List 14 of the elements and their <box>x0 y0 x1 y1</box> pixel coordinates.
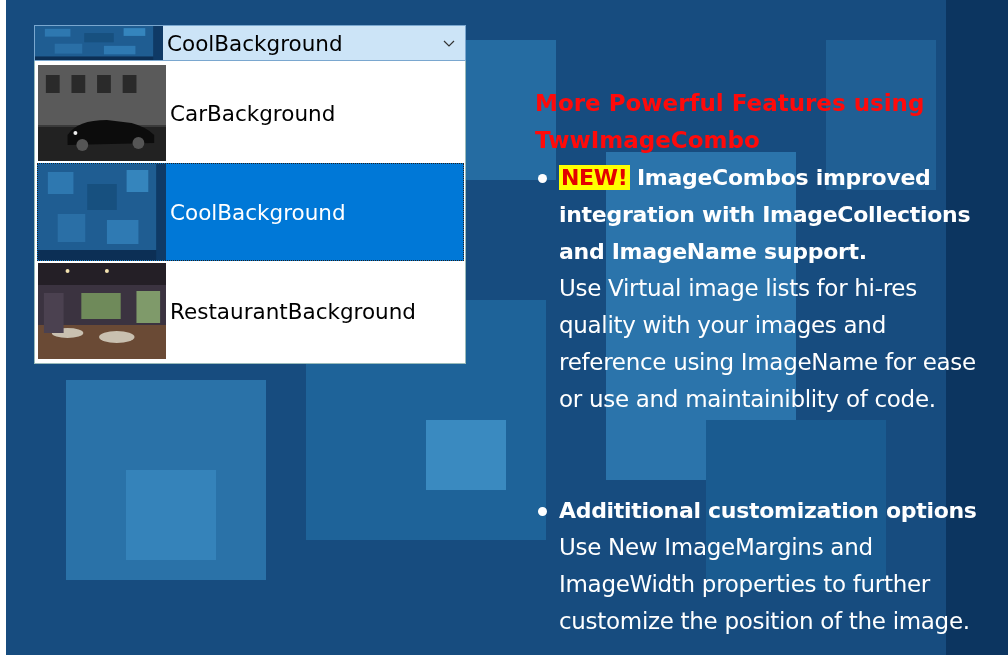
bullet-icon <box>538 174 547 183</box>
dropdown-item[interactable]: CoolBackground <box>37 163 464 261</box>
new-label: NEW! <box>559 165 630 190</box>
dropdown-item[interactable]: CarBackground <box>37 64 464 162</box>
chevron-down-icon <box>443 39 455 47</box>
feature-title: NEW! ImageCombos improved integration with ImageCollections and ImageName support. <box>559 164 972 266</box>
bullet-icon <box>538 507 547 516</box>
dropdown-item[interactable]: RestaurantBackground <box>37 262 464 360</box>
image-combo-box[interactable]: CoolBackground <box>34 25 466 61</box>
combo-value: CoolBackground <box>166 30 344 56</box>
feature-title: Addititional customization options <box>559 497 978 525</box>
feature-description: Use New ImageMargins and ImageWidth properties to further customize the position of the image. <box>559 533 971 636</box>
features-heading: More Powerful Features using TwwImageCombo <box>535 89 926 155</box>
feature-description: Use Virtual image lists for hi-res quality with your images and reference using ImageName for ease or use and maintainiblity of code. <box>559 274 977 414</box>
